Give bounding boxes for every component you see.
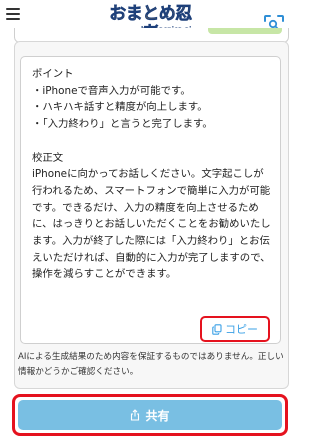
share-button-inner: 共有	[18, 400, 282, 430]
share-icon	[130, 409, 140, 421]
result-text: ポイント ・iPhoneで音声入力が可能です。 ・ハキハキ話すと精度が向上します…	[32, 68, 271, 281]
share-label: 共有	[145, 408, 170, 423]
previous-card-accent	[208, 28, 282, 34]
copy-icon	[212, 323, 222, 335]
share-button[interactable]: 共有	[12, 394, 288, 436]
hamburger-menu-icon[interactable]	[6, 8, 20, 20]
disclaimer-text: AIによる生成結果のため内容を保証するものではありません。正しい情報かどうかご確…	[18, 352, 284, 377]
copy-label: コピー	[225, 323, 258, 336]
copy-button[interactable]: コピー	[200, 316, 270, 342]
